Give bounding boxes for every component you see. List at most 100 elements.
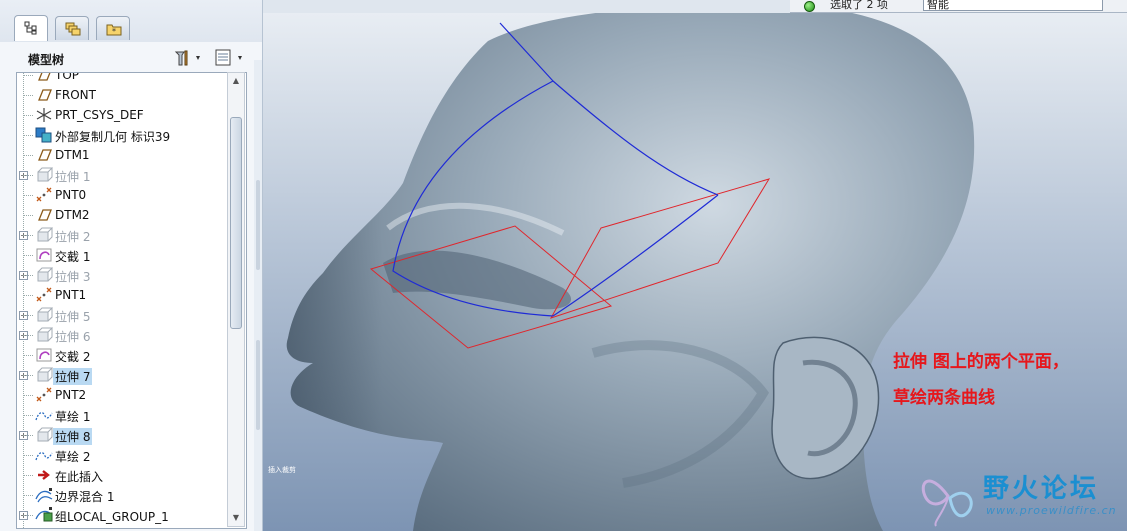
scroll-down-arrow-icon[interactable]: ▼ (228, 510, 244, 526)
selection-filter-select[interactable]: 智能 (923, 0, 1103, 11)
extrude-icon (35, 367, 54, 383)
tree-item[interactable]: PNT1 (17, 285, 229, 305)
tree-item-label: PNT2 (55, 388, 87, 402)
tree-item[interactable]: 交截 2 (17, 345, 229, 365)
tree-branch-line (23, 175, 33, 176)
tree-item-label: 拉伸 7 (53, 368, 93, 385)
layers-icon (65, 22, 81, 36)
tree-item-label: 拉伸 3 (55, 270, 91, 284)
selection-count-text: 选取了 2 项 (830, 0, 888, 11)
extrude-icon (35, 267, 54, 283)
datum-plane-icon (35, 87, 53, 103)
model-tree-panel: * 模型树 TOP FRONT PRT_CSYS_DEF 外部复制几何 标识39 DTM… (0, 0, 263, 531)
tree-item-label: 交截 2 (55, 350, 91, 364)
tree-item-label: PRT_CSYS_DEF (55, 108, 144, 122)
panel-resize-sash[interactable] (254, 60, 262, 531)
datum-plane-icon (35, 147, 53, 163)
favorites-folder-icon: * (106, 24, 122, 36)
tree-item[interactable]: DTM2 (17, 205, 229, 225)
extrude-icon (35, 167, 54, 183)
tree-branch-line (23, 195, 33, 196)
tree-item[interactable]: 草绘 2 (17, 445, 229, 465)
tree-item[interactable]: DTM1 (17, 145, 229, 165)
tree-item-label: 拉伸 8 (53, 428, 93, 445)
tree-item-label: 组LOCAL_GROUP_1 (55, 510, 169, 524)
graphics-viewport[interactable]: 拉伸 图上的两个平面， 草绘两条曲线 插入裁剪 (263, 13, 1127, 531)
annotation-line-2: 草绘两条曲线 (893, 388, 995, 408)
tree-item-label: DTM1 (55, 148, 90, 162)
viewport-corner-label: 插入裁剪 (268, 466, 296, 474)
tab-model-tree[interactable] (14, 15, 48, 41)
scroll-up-arrow-icon[interactable]: ▲ (228, 73, 244, 89)
tree-item[interactable]: + 拉伸 7 (17, 365, 229, 385)
extrude-icon (35, 227, 54, 243)
datum-plane-icon (35, 207, 53, 223)
sash-grip-bottom[interactable] (256, 340, 260, 430)
tree-item[interactable]: 交截 1 (17, 245, 229, 265)
model-tree-icon (24, 21, 37, 35)
tree-scrollbar[interactable]: ▲ ▼ (227, 72, 245, 527)
datum-point-icon (35, 287, 53, 303)
csys-icon (35, 107, 53, 123)
tree-item[interactable]: 外部复制几何 标识39 (17, 125, 229, 145)
tree-item[interactable]: + 拉伸 1 (17, 165, 229, 185)
tree-branch-line (23, 355, 33, 356)
tree-item-label: 拉伸 1 (55, 170, 91, 184)
tree-item-label: 拉伸 5 (55, 310, 91, 324)
tree-branch-line (23, 275, 33, 276)
tree-item[interactable]: + 拉伸 3 (17, 265, 229, 285)
tree-item[interactable]: 草绘 1 (17, 405, 229, 425)
tree-item[interactable]: PRT_CSYS_DEF (17, 105, 229, 125)
tree-branch-line (23, 515, 33, 516)
tree-branch-line (23, 255, 33, 256)
tree-columns-icon (215, 49, 242, 66)
tree-item-label: PNT0 (55, 188, 87, 202)
tree-branch-line (23, 435, 33, 436)
tree-item-label: 外部复制几何 标识39 (55, 130, 171, 144)
tree-branch-line (23, 335, 33, 336)
tree-item-label: 草绘 1 (55, 410, 91, 424)
tree-item[interactable]: + 拉伸 2 (17, 225, 229, 245)
intersect-icon (35, 247, 53, 263)
sketch-icon (35, 407, 53, 423)
tree-branch-line (23, 95, 33, 96)
svg-text:*: * (112, 27, 116, 36)
tree-item[interactable]: + 拉伸 5 (17, 305, 229, 325)
tree-item[interactable]: + 拉伸 6 (17, 325, 229, 345)
tree-item[interactable]: + 组LOCAL_GROUP_1 (17, 505, 229, 525)
tree-branch-line (23, 215, 33, 216)
tree-item[interactable]: PNT2 (17, 385, 229, 405)
tree-item[interactable]: FRONT (17, 85, 229, 105)
tree-branch-line (23, 295, 33, 296)
model-tree: TOP FRONT PRT_CSYS_DEF 外部复制几何 标识39 DTM1 + 拉伸 1… (16, 72, 247, 529)
tree-branch-line (23, 75, 33, 76)
tree-branch-line (23, 495, 33, 496)
tree-branch-line (23, 115, 33, 116)
insert-here-arrow-icon (35, 467, 53, 483)
tree-item-label: PNT1 (55, 288, 87, 302)
tree-branch-line (23, 455, 33, 456)
tree-item[interactable]: 边界混合 1 (17, 485, 229, 505)
tree-item-label: TOP (55, 72, 80, 82)
tree-item[interactable]: PNT0 (17, 185, 229, 205)
intersect-icon (35, 347, 53, 363)
tree-item-label: 交截 1 (55, 250, 91, 264)
scroll-thumb[interactable] (230, 117, 242, 329)
tree-branch-line (23, 415, 33, 416)
tree-item[interactable]: + 拉伸 8 (17, 425, 229, 445)
tab-layers[interactable] (55, 16, 89, 40)
tree-columns-button[interactable] (214, 48, 246, 68)
extrude-icon (35, 327, 54, 343)
tree-branch-line (23, 375, 33, 376)
datum-point-icon (35, 387, 53, 403)
tree-item-label: 拉伸 6 (55, 330, 91, 344)
tree-item[interactable]: TOP (17, 72, 229, 85)
tree-item[interactable]: 在此插入 (17, 465, 229, 485)
tree-settings-button[interactable] (174, 48, 204, 68)
boundary-blend-icon (35, 487, 53, 503)
head-model-render (286, 13, 975, 531)
group-icon (35, 507, 53, 523)
sash-grip-top[interactable] (256, 180, 260, 270)
selection-status-bar: 选取了 2 项 智能 (790, 0, 1127, 13)
tab-favorites[interactable]: * (96, 16, 130, 40)
